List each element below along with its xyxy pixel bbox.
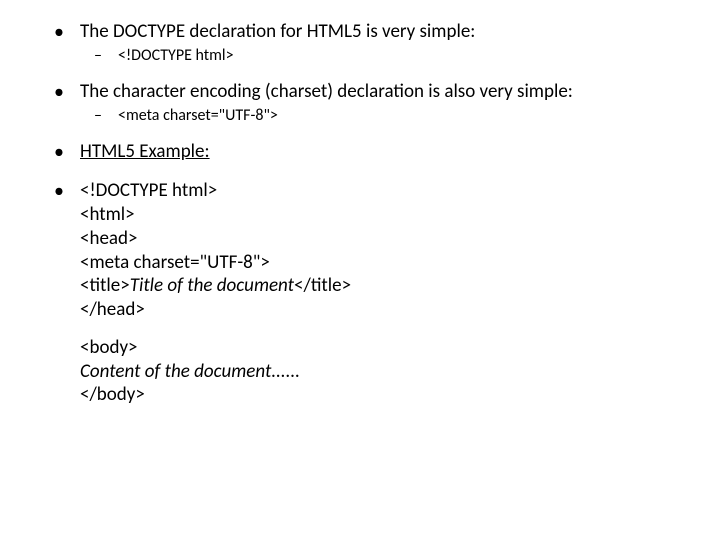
bullet-charset-intro: The character encoding (charset) declara… — [40, 80, 680, 126]
code-block-head: <!DOCTYPE html> <html> <head> <meta char… — [80, 179, 680, 322]
subitem-doctype-code: <!DOCTYPE html> — [80, 46, 680, 66]
code-line-8: Content of the document...... — [80, 360, 680, 384]
code-line-6: </head> — [80, 298, 680, 322]
code-line-3: <head> — [80, 227, 680, 251]
text-charset-intro: The character encoding (charset) declara… — [80, 80, 573, 103]
code-line-7: <body> — [80, 336, 680, 360]
code-line-5a: <title> — [80, 274, 130, 297]
bullet-doctype-intro: The DOCTYPE declaration for HTML5 is ver… — [40, 20, 680, 66]
code-line-2: <html> — [80, 203, 680, 227]
bullet-example-heading: HTML5 Example: — [40, 140, 680, 174]
code-line-5c: </title> — [294, 274, 351, 297]
spacer — [80, 163, 680, 173]
code-line-5: <title>Title of the document</title> — [80, 274, 680, 298]
subitem-charset-code: <meta charset="UTF-8"> — [80, 106, 680, 126]
bullet-list: The DOCTYPE declaration for HTML5 is ver… — [40, 20, 680, 407]
code-line-1: <!DOCTYPE html> — [80, 179, 680, 203]
sublist-doctype: <!DOCTYPE html> — [80, 46, 680, 66]
slide-content: The DOCTYPE declaration for HTML5 is ver… — [0, 0, 720, 441]
code-block-body: <body> Content of the document...... </b… — [80, 336, 680, 407]
code-line-4: <meta charset="UTF-8"> — [80, 251, 680, 275]
text-charset-code: <meta charset="UTF-8"> — [118, 106, 278, 125]
sublist-charset: <meta charset="UTF-8"> — [80, 106, 680, 126]
code-line-9: </body> — [80, 383, 680, 407]
text-example-heading: HTML5 Example: — [80, 140, 210, 163]
text-doctype-intro: The DOCTYPE declaration for HTML5 is ver… — [80, 20, 475, 43]
code-line-5b: Title of the document — [130, 274, 294, 297]
bullet-code-example: <!DOCTYPE html> <html> <head> <meta char… — [40, 179, 680, 407]
text-doctype-code: <!DOCTYPE html> — [118, 46, 234, 65]
